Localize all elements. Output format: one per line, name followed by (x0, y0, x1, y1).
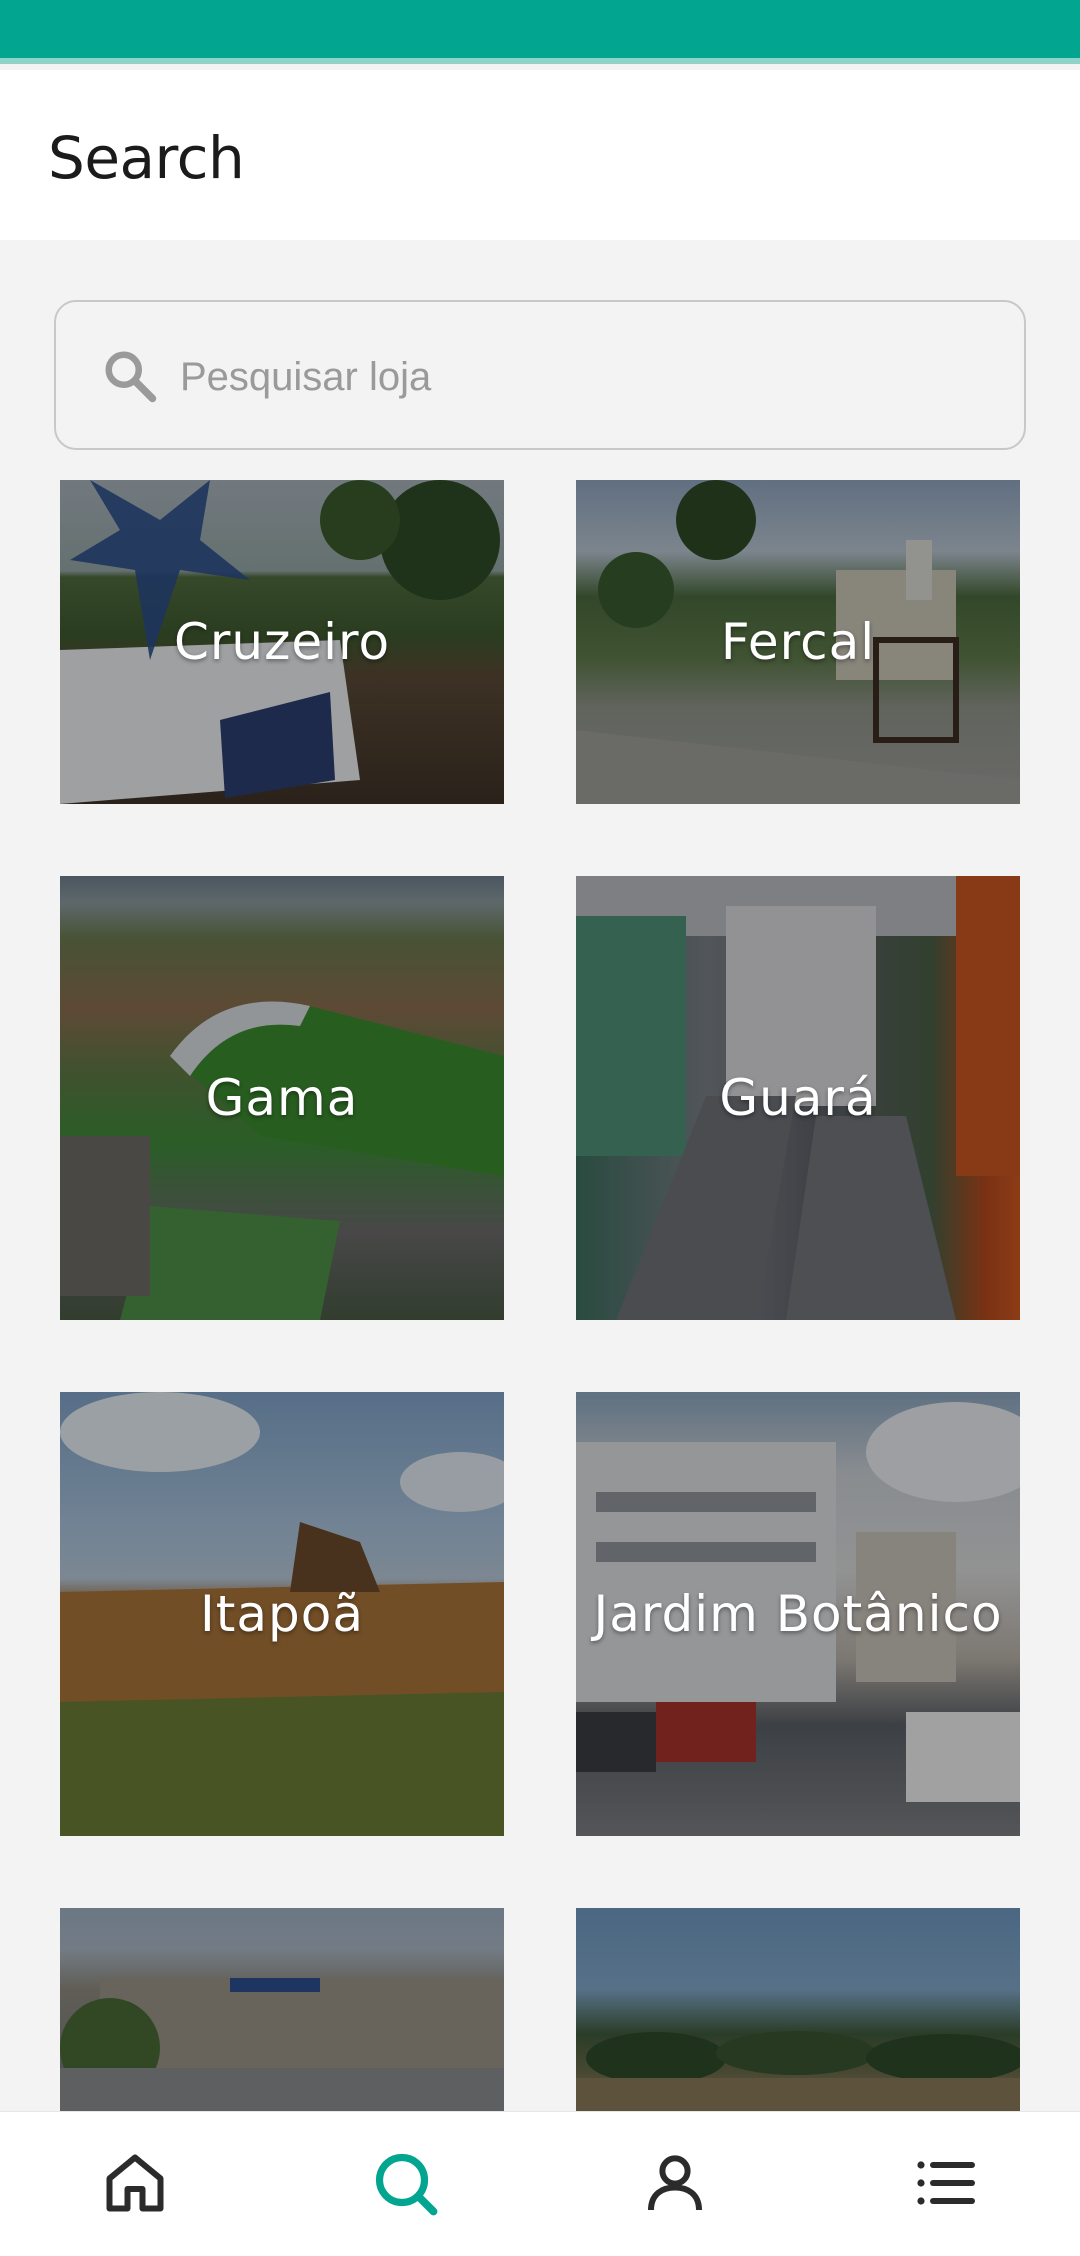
region-card-gama[interactable]: Gama (60, 876, 504, 1320)
nav-home[interactable] (90, 2138, 180, 2228)
region-card-jardim-botanico[interactable]: Jardim Botânico (576, 1392, 1020, 1836)
region-grid: Cruzeiro Fercal Gama Guará Itapoã Jardim… (0, 480, 1080, 2112)
search-icon (105, 351, 157, 403)
region-name: Guará (719, 1069, 877, 1127)
region-name: Cruzeiro (173, 613, 391, 671)
page-title: Search (48, 124, 245, 192)
region-card-fercal[interactable]: Fercal (576, 480, 1020, 804)
nav-profile[interactable] (630, 2138, 720, 2228)
region-card-7[interactable] (60, 1908, 504, 2112)
bottom-navigation (0, 2112, 1080, 2256)
region-name: Jardim Botânico (593, 1585, 1003, 1643)
region-card-cruzeiro[interactable]: Cruzeiro (60, 480, 504, 804)
search-icon (375, 2153, 438, 2216)
nav-search[interactable] (360, 2138, 450, 2228)
region-card-itapoa[interactable]: Itapoã (60, 1392, 504, 1836)
region-card-8[interactable] (576, 1908, 1020, 2112)
status-bar (0, 0, 1080, 64)
region-name: Itapoã (200, 1585, 364, 1643)
app-header: Search (0, 70, 1080, 240)
region-card-guara[interactable]: Guará (576, 876, 1020, 1320)
region-name: Gama (205, 1069, 359, 1127)
list-icon (917, 2161, 975, 2205)
search-input[interactable] (180, 332, 980, 422)
search-box[interactable] (54, 300, 1026, 450)
home-icon (106, 2154, 164, 2212)
nav-menu[interactable] (900, 2138, 990, 2228)
profile-icon (648, 2155, 702, 2211)
region-name: Fercal (720, 613, 876, 671)
